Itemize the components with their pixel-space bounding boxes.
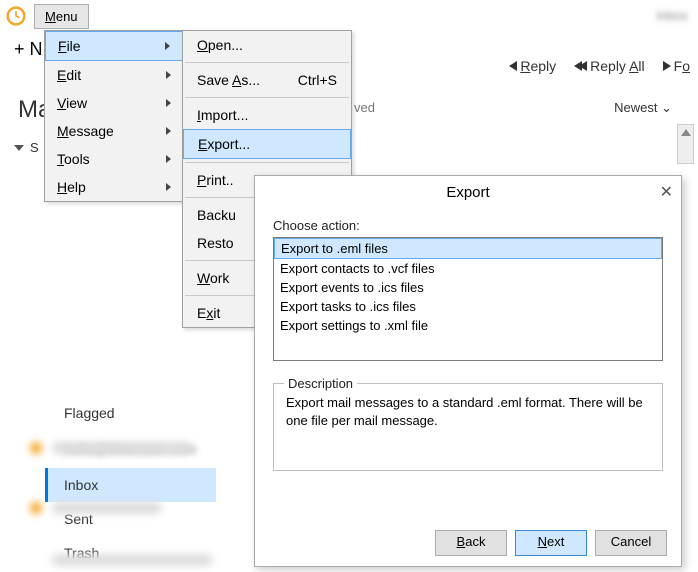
chevron-right-icon [166,155,171,163]
account-toggle[interactable]: S [14,140,39,155]
description-legend: Description [284,375,357,393]
option-eml[interactable]: Export to .eml files [274,238,662,259]
menu-help[interactable]: Help [45,173,183,201]
menu-tools[interactable]: Tools [45,145,183,173]
dialog-title: Export [446,184,489,201]
chevron-right-icon [166,99,171,107]
chevron-right-icon [165,42,170,50]
reply-all-button[interactable]: Reply All [574,58,645,74]
dialog-title-bar: Export ✕ [255,176,681,208]
chevron-right-icon [166,71,171,79]
chevron-down-icon [14,145,24,151]
option-ics-tasks[interactable]: Export tasks to .ics files [274,297,662,316]
description-fieldset: Description Export mail messages to a st… [273,383,663,471]
option-xml[interactable]: Export settings to .xml file [274,316,662,335]
cancel-button[interactable]: Cancel [595,530,667,556]
submenu-export[interactable]: Export... [183,129,351,159]
forward-button[interactable]: Fo [663,58,690,74]
folder-flagged[interactable]: Flagged [56,396,216,430]
menu-view[interactable]: View [45,89,183,117]
main-menu: File Edit View Message Tools Help [44,30,184,202]
menu-edit[interactable]: Edit [45,61,183,89]
menu-button[interactable]: Menu [34,4,89,29]
description-text: Export mail messages to a standard .eml … [286,395,643,428]
scrollbar[interactable] [677,124,694,164]
close-icon[interactable]: ✕ [660,182,673,202]
reply-toolbar: Reply Reply All Fo [509,58,690,74]
option-ics-events[interactable]: Export events to .ics files [274,278,662,297]
sort-dropdown[interactable]: Newest ⌄ [614,100,672,116]
next-button[interactable]: Next [515,530,587,556]
option-vcf[interactable]: Export contacts to .vcf files [274,259,662,278]
chevron-right-icon [166,127,171,135]
app-icon [6,6,26,26]
reply-button[interactable]: Reply [509,58,556,74]
shortcut-label: Ctrl+S [298,72,337,88]
submenu-open[interactable]: Open... [183,31,351,59]
chevron-down-icon: ⌄ [661,100,672,115]
export-dialog: Export ✕ Choose action: Export to .eml f… [254,175,682,567]
submenu-import[interactable]: Import... [183,101,351,129]
action-listbox[interactable]: Export to .eml files Export contacts to … [273,237,663,361]
back-button[interactable]: Back [435,530,507,556]
menu-file[interactable]: File [45,31,183,61]
choose-action-label: Choose action: [273,218,663,233]
scroll-up-icon [681,129,691,136]
read-status: ved [354,100,375,115]
submenu-save-as[interactable]: Save As...Ctrl+S [183,66,351,94]
menu-message[interactable]: Message [45,117,183,145]
new-button[interactable]: + N [14,39,43,60]
header-inbox-info: Inbox [656,8,688,23]
chevron-right-icon [166,183,171,191]
